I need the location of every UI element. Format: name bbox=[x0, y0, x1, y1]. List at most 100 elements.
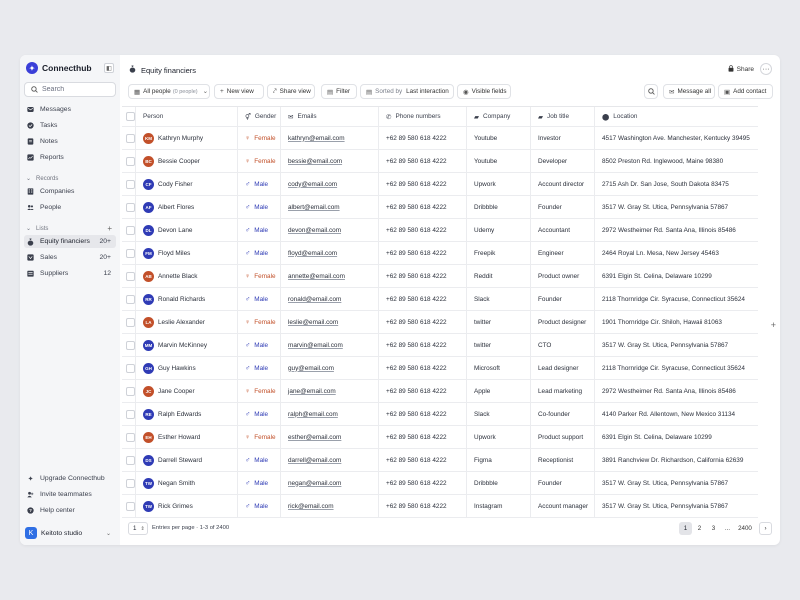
gender-cell[interactable]: ♂ Male bbox=[238, 357, 281, 379]
lists-section-header[interactable]: ⌄ Lists + bbox=[26, 224, 114, 233]
add-column-icon[interactable]: + bbox=[771, 320, 776, 330]
row-checkbox[interactable] bbox=[126, 340, 135, 350]
location-cell[interactable]: 3517 W. Gray St. Utica, Pennsylvania 578… bbox=[595, 334, 758, 356]
row-checkbox[interactable] bbox=[126, 432, 135, 442]
sort-button[interactable]: ▤ Sorted by Last interaction bbox=[360, 84, 454, 99]
visible-fields-button[interactable]: ◉ Visible fields bbox=[457, 84, 511, 99]
phone-cell[interactable]: +62 89 580 618 4222 bbox=[379, 288, 467, 310]
job-cell[interactable]: Founder bbox=[531, 472, 595, 494]
job-cell[interactable]: Accountant bbox=[531, 219, 595, 241]
person-cell[interactable]: DS Darrell Steward bbox=[136, 449, 238, 471]
column-header-job[interactable]: ▰ Job title bbox=[531, 107, 595, 126]
gender-cell[interactable]: ♂ Male bbox=[238, 196, 281, 218]
company-cell[interactable]: Udemy bbox=[467, 219, 531, 241]
entries-per-page-select[interactable]: 1 ⇕ bbox=[128, 522, 148, 535]
add-contact-button[interactable]: ▣ Add contact bbox=[718, 84, 773, 99]
job-cell[interactable]: Co-founder bbox=[531, 403, 595, 425]
location-cell[interactable]: 2118 Thornridge Cir. Syracuse, Connectic… bbox=[595, 357, 758, 379]
phone-cell[interactable]: +62 89 580 618 4222 bbox=[379, 242, 467, 264]
gender-cell[interactable]: ♂ Male bbox=[238, 173, 281, 195]
location-cell[interactable]: 4517 Washington Ave. Manchester, Kentuck… bbox=[595, 127, 758, 149]
location-cell[interactable]: 3517 W. Gray St. Utica, Pennsylvania 578… bbox=[595, 495, 758, 517]
email-cell[interactable]: albert@email.com bbox=[281, 196, 379, 218]
email-cell[interactable]: annette@email.com bbox=[281, 265, 379, 287]
sidebar-collapse-icon[interactable]: ◧ bbox=[104, 63, 114, 73]
email-cell[interactable]: leslie@email.com bbox=[281, 311, 379, 333]
job-cell[interactable]: Lead designer bbox=[531, 357, 595, 379]
gender-cell[interactable]: ♂ Male bbox=[238, 242, 281, 264]
person-cell[interactable]: FM Floyd Miles bbox=[136, 242, 238, 264]
column-header-emails[interactable]: ✉ Emails bbox=[281, 107, 379, 126]
phone-cell[interactable]: +62 89 580 618 4222 bbox=[379, 311, 467, 333]
table-row[interactable]: RR Ronald Richards ♂ Male ronald@email.com +6… bbox=[122, 288, 758, 311]
location-cell[interactable]: 2464 Royal Ln. Mesa, New Jersey 45463 bbox=[595, 242, 758, 264]
phone-cell[interactable]: +62 89 580 618 4222 bbox=[379, 334, 467, 356]
email-link[interactable]: albert@email.com bbox=[288, 204, 340, 211]
job-cell[interactable]: Engineer bbox=[531, 242, 595, 264]
gender-cell[interactable]: ♂ Male bbox=[238, 472, 281, 494]
email-cell[interactable]: guy@email.com bbox=[281, 357, 379, 379]
row-checkbox[interactable] bbox=[126, 501, 135, 511]
email-link[interactable]: guy@email.com bbox=[288, 365, 334, 372]
company-cell[interactable]: Slack bbox=[467, 288, 531, 310]
job-cell[interactable]: Product designer bbox=[531, 311, 595, 333]
sidebar-item-companies[interactable]: Companies bbox=[24, 185, 116, 198]
search-records-button[interactable] bbox=[644, 84, 658, 99]
phone-cell[interactable]: +62 89 580 618 4222 bbox=[379, 495, 467, 517]
job-cell[interactable]: Investor bbox=[531, 127, 595, 149]
location-cell[interactable]: 6391 Elgin St. Celina, Delaware 10299 bbox=[595, 265, 758, 287]
company-cell[interactable]: Slack bbox=[467, 403, 531, 425]
person-cell[interactable]: GH Guy Hawkins bbox=[136, 357, 238, 379]
help-center-link[interactable]: ? Help center bbox=[24, 504, 116, 517]
table-row[interactable]: MM Marvin McKinney ♂ Male marvin@email.com +6… bbox=[122, 334, 758, 357]
job-cell[interactable]: Founder bbox=[531, 196, 595, 218]
person-cell[interactable]: LA Leslie Alexander bbox=[136, 311, 238, 333]
person-cell[interactable]: EH Esther Howard bbox=[136, 426, 238, 448]
table-row[interactable]: BC Bessie Cooper ♀ Female bessie@email.com +6… bbox=[122, 150, 758, 173]
person-cell[interactable]: RR Ronald Richards bbox=[136, 288, 238, 310]
email-cell[interactable]: ralph@email.com bbox=[281, 403, 379, 425]
email-link[interactable]: kathryn@email.com bbox=[288, 135, 345, 142]
email-link[interactable]: ralph@email.com bbox=[288, 411, 338, 418]
column-header-location[interactable]: ⬤ Location bbox=[595, 107, 758, 126]
upgrade-link[interactable]: ✦ Upgrade Connecthub bbox=[24, 472, 116, 485]
sidebar-item-equity-financiers[interactable]: Equity financiers 20+ bbox=[24, 235, 116, 248]
phone-cell[interactable]: +62 89 580 618 4222 bbox=[379, 173, 467, 195]
page-button-3[interactable]: 3 bbox=[707, 522, 720, 535]
phone-cell[interactable]: +62 89 580 618 4222 bbox=[379, 265, 467, 287]
row-checkbox[interactable] bbox=[126, 248, 135, 258]
view-selector[interactable]: ▦ All people (0 people) ⌄ bbox=[128, 84, 210, 99]
job-cell[interactable]: Developer bbox=[531, 150, 595, 172]
email-link[interactable]: darrell@email.com bbox=[288, 457, 341, 464]
row-checkbox[interactable] bbox=[126, 271, 135, 281]
location-cell[interactable]: 2118 Thornridge Cir. Syracuse, Connectic… bbox=[595, 288, 758, 310]
table-row[interactable]: JC Jane Cooper ♀ Female jane@email.com +62 89… bbox=[122, 380, 758, 403]
person-cell[interactable]: RE Ralph Edwards bbox=[136, 403, 238, 425]
page-button-last[interactable]: 2400 bbox=[735, 522, 755, 535]
job-cell[interactable]: Account manager bbox=[531, 495, 595, 517]
gender-cell[interactable]: ♀ Female bbox=[238, 265, 281, 287]
search-input[interactable] bbox=[42, 86, 112, 93]
table-row[interactable]: TW Negan Smith ♂ Male negan@email.com +62 89 … bbox=[122, 472, 758, 495]
phone-cell[interactable]: +62 89 580 618 4222 bbox=[379, 150, 467, 172]
phone-cell[interactable]: +62 89 580 618 4222 bbox=[379, 403, 467, 425]
job-cell[interactable]: Product support bbox=[531, 426, 595, 448]
job-cell[interactable]: CTO bbox=[531, 334, 595, 356]
row-checkbox[interactable] bbox=[126, 317, 135, 327]
phone-cell[interactable]: +62 89 580 618 4222 bbox=[379, 449, 467, 471]
email-link[interactable]: esther@email.com bbox=[288, 434, 341, 441]
gender-cell[interactable]: ♀ Female bbox=[238, 311, 281, 333]
new-view-button[interactable]: + New view bbox=[214, 84, 264, 99]
page-button-2[interactable]: 2 bbox=[693, 522, 706, 535]
row-checkbox[interactable] bbox=[126, 225, 135, 235]
location-cell[interactable]: 1901 Thornridge Cir. Shiloh, Hawaii 8106… bbox=[595, 311, 758, 333]
message-all-button[interactable]: ✉ Message all bbox=[663, 84, 715, 99]
more-options-icon[interactable]: ··· bbox=[760, 63, 772, 75]
location-cell[interactable]: 8502 Preston Rd. Inglewood, Maine 98380 bbox=[595, 150, 758, 172]
column-header-company[interactable]: ▰ Company bbox=[467, 107, 531, 126]
email-link[interactable]: cody@email.com bbox=[288, 181, 337, 188]
email-cell[interactable]: bessie@email.com bbox=[281, 150, 379, 172]
email-link[interactable]: ronald@email.com bbox=[288, 296, 341, 303]
company-cell[interactable]: twitter bbox=[467, 311, 531, 333]
email-link[interactable]: floyd@email.com bbox=[288, 250, 337, 257]
